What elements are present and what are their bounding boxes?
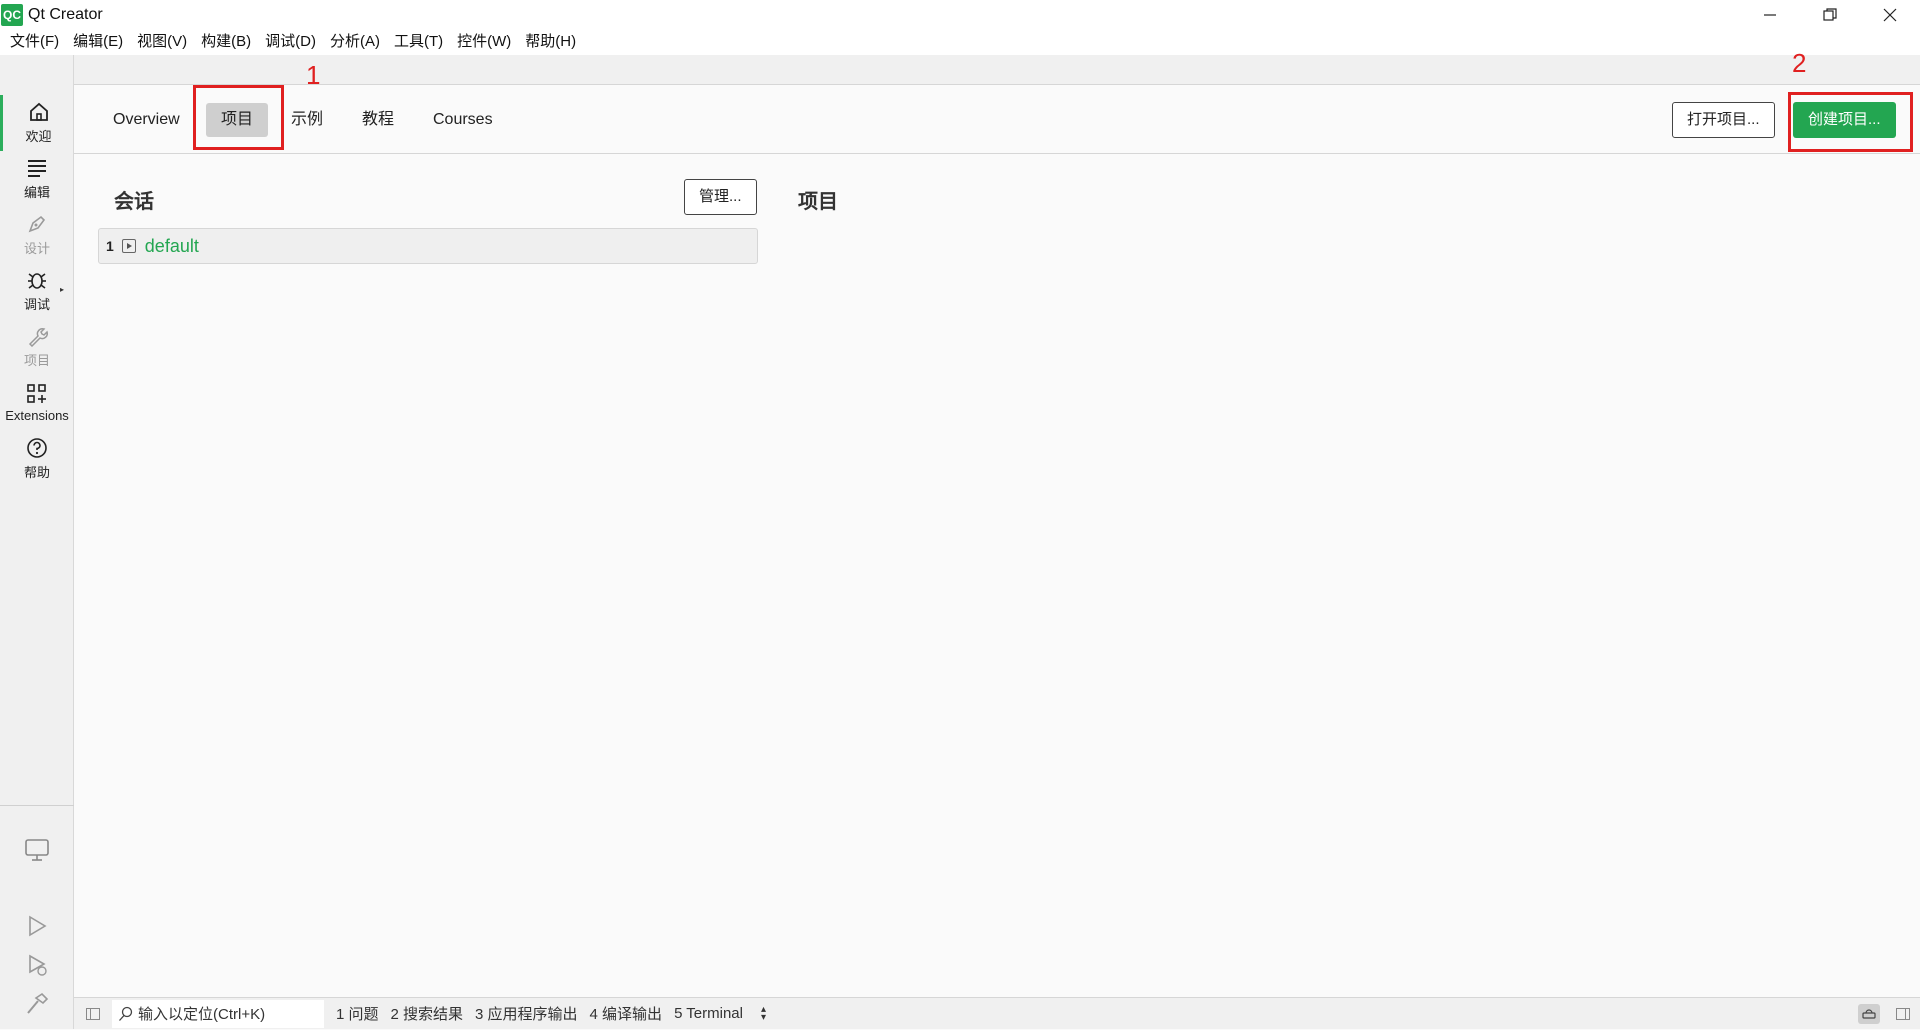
search-icon [119, 1006, 133, 1021]
play-icon [121, 239, 136, 253]
session-name: default [144, 235, 199, 256]
pane-compile-output[interactable]: 4 编译输出 [590, 1003, 663, 1024]
minimize-icon [1764, 13, 1776, 16]
restore-button[interactable] [1800, 0, 1860, 29]
window-title: Qt Creator [28, 5, 103, 23]
session-index: 1 [106, 238, 114, 254]
expand-arrow-icon: ▸ [59, 285, 64, 294]
monitor-icon [25, 839, 49, 861]
debug-run-button[interactable] [0, 945, 74, 985]
edit-lines-icon [28, 160, 46, 177]
sidebar-toggle-icon [86, 1007, 100, 1020]
mode-label: 帮助 [23, 465, 50, 480]
wrench-icon [28, 328, 48, 347]
menu-build[interactable]: 构建(B) [194, 29, 258, 55]
tab-examples[interactable]: 示例 [276, 103, 338, 137]
run-button[interactable] [0, 906, 74, 946]
progress-toggle-button[interactable] [1852, 998, 1886, 1030]
qt-creator-logo: QC [1, 3, 23, 26]
annotation-number-2: 2 [1792, 48, 1807, 78]
extensions-icon [27, 384, 46, 403]
mode-label: 欢迎 [25, 129, 52, 144]
menu-debug[interactable]: 调试(D) [258, 29, 323, 55]
locator-input[interactable]: 输入以定位(Ctrl+K) [112, 999, 324, 1028]
tab-courses[interactable]: Courses [418, 103, 508, 137]
menu-edit[interactable]: 编辑(E) [66, 29, 130, 55]
session-item[interactable]: 1 default [98, 228, 758, 264]
menu-view[interactable]: 视图(V) [130, 29, 194, 55]
menu-help[interactable]: 帮助(H) [518, 29, 583, 55]
pane-application-output[interactable]: 3 应用程序输出 [475, 1003, 578, 1024]
mode-help[interactable]: 帮助 [0, 431, 74, 487]
help-icon [27, 438, 47, 458]
open-project-button[interactable]: 打开项目... [1672, 102, 1775, 138]
window-controls [1740, 0, 1920, 29]
locator-placeholder: 输入以定位(Ctrl+K) [138, 1006, 266, 1023]
top-strip [74, 55, 1920, 85]
mode-label: 设计 [23, 241, 50, 256]
mode-design[interactable]: 设计 [0, 207, 74, 263]
mode-label: 编辑 [23, 185, 50, 200]
status-bar: 输入以定位(Ctrl+K) 1 问题 2 搜索结果 3 应用程序输出 4 编译输… [74, 997, 1920, 1029]
mode-label: 项目 [23, 353, 50, 368]
annotation-box-2 [1788, 92, 1913, 152]
pane-issues[interactable]: 1 问题 [336, 1003, 379, 1024]
menu-bar: 文件(F) 编辑(E) 视图(V) 构建(B) 调试(D) 分析(A) 工具(T… [0, 29, 1920, 55]
minimize-button[interactable] [1740, 0, 1800, 29]
mode-welcome[interactable]: 欢迎 [0, 95, 74, 151]
title-bar: QC Qt Creator [0, 0, 1920, 29]
more-panes-spinner-icon[interactable]: ▴ ▾ [761, 1004, 766, 1022]
mode-label: Extensions [5, 408, 69, 423]
mode-edit[interactable]: 编辑 [0, 151, 74, 207]
progress-toggle-icon [1858, 1004, 1880, 1024]
sessions-title: 会话 [114, 191, 154, 213]
tab-overview[interactable]: Overview [98, 103, 195, 137]
manage-sessions-button[interactable]: 管理... [684, 179, 757, 215]
status-right-tools [1852, 998, 1920, 1030]
home-icon [29, 102, 48, 121]
pen-icon [28, 215, 46, 233]
debug-run-icon [29, 954, 47, 976]
mode-projects[interactable]: 项目 [0, 319, 74, 375]
menu-analyze[interactable]: 分析(A) [323, 29, 387, 55]
hammer-icon [27, 992, 49, 1014]
mode-extensions[interactable]: Extensions [0, 375, 74, 431]
menu-widgets[interactable]: 控件(W) [450, 29, 518, 55]
mode-sidebar: 欢迎 编辑 设计 调试 ▸ 项目 Extensions 帮助 [0, 55, 74, 1029]
right-sidebar-icon [1896, 1008, 1910, 1020]
menu-tools[interactable]: 工具(T) [387, 29, 450, 55]
projects-title: 项目 [798, 191, 838, 213]
tab-tutorials[interactable]: 教程 [347, 103, 409, 137]
annotation-box-1 [193, 85, 284, 150]
close-button[interactable] [1860, 0, 1920, 29]
mode-separator [0, 805, 74, 806]
mode-debug[interactable]: 调试 ▸ [0, 263, 74, 319]
pane-terminal[interactable]: 5 Terminal [674, 1005, 743, 1022]
kit-selector-button[interactable] [0, 830, 74, 870]
close-icon [1883, 8, 1897, 21]
toggle-right-sidebar-button[interactable] [1886, 998, 1920, 1030]
run-icon [29, 915, 47, 937]
restore-icon [1823, 7, 1837, 21]
build-button[interactable] [0, 984, 74, 1024]
annotation-number-1: 1 [306, 60, 321, 90]
bug-icon [28, 273, 46, 289]
welcome-header: Overview 项目 示例 教程 Courses 打开项目... 创建项目..… [74, 86, 1920, 154]
mode-label: 调试 [23, 297, 50, 312]
pane-search-results[interactable]: 2 搜索结果 [391, 1003, 464, 1024]
toggle-left-sidebar-button[interactable] [78, 998, 108, 1030]
menu-file[interactable]: 文件(F) [3, 29, 66, 55]
